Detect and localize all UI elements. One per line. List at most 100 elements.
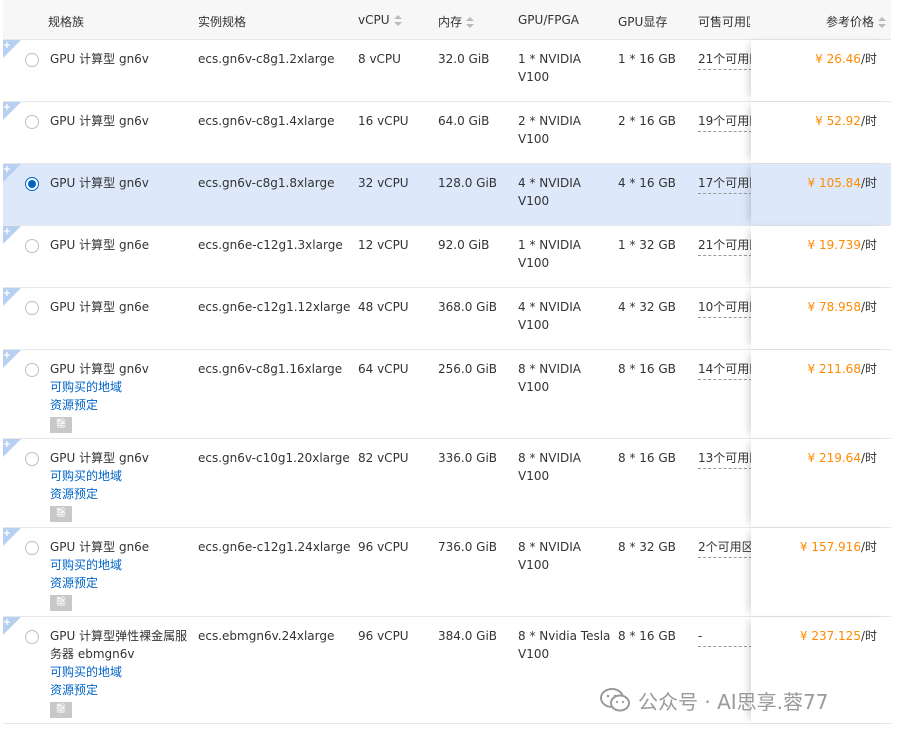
row-radio[interactable] [25,177,39,191]
header-gpu: GPU/FPGA [518,13,580,27]
resource-reservation-link[interactable]: 资源预定 [50,485,190,503]
vcpu-cell: 96 vCPU [358,629,409,643]
avail-zones-link[interactable]: 13个可用区 [698,449,752,469]
avail-cell[interactable]: 21个可用区 [698,236,752,261]
spec-cell: ecs.gn6v-c8g1.8xlarge [198,176,335,190]
avail-zones-link[interactable]: - [698,627,752,647]
expand-plus-icon[interactable] [3,226,21,244]
header-memory-label: 内存 [438,15,463,29]
avail-zones-link[interactable]: 19个可用区 [698,112,752,132]
price-column: ¥ 211.68/时 [751,350,891,438]
sort-icon[interactable] [393,15,402,26]
resource-reservation-link[interactable]: 资源预定 [50,396,190,414]
avail-cell[interactable]: 2个可用区 [698,538,752,563]
price-unit: /时 [860,238,877,252]
row-radio[interactable] [25,53,39,67]
expand-plus-icon[interactable] [3,528,21,546]
header-vcpu[interactable]: vCPU [358,13,402,27]
avail-cell[interactable]: 19个可用区 [698,112,752,137]
expand-plus-icon[interactable] [3,288,21,306]
price-amount: ¥ 26.46 [815,52,861,66]
row-radio[interactable] [25,452,39,466]
price-unit: /时 [860,362,877,376]
avail-cell[interactable]: 21个可用区 [698,50,752,75]
purchasable-regions-link[interactable]: 可购买的地域 [50,556,190,574]
row-radio[interactable] [25,541,39,555]
vcpu-cell: 96 vCPU [358,540,409,554]
family-name: GPU 计算型 gn6v [50,52,149,66]
row-radio[interactable] [25,363,39,377]
expand-plus-icon[interactable] [3,617,21,635]
family-cell: GPU 计算型 gn6v [50,112,190,130]
avail-zones-link[interactable]: 21个可用区 [698,236,752,256]
row-radio[interactable] [25,239,39,253]
expand-plus-icon[interactable] [3,350,21,368]
avail-cell[interactable]: 17个可用区 [698,174,752,199]
gpu-cell: 8 * NVIDIA V100 [518,362,581,394]
table-row[interactable]: GPU 计算型 gn6v ecs.gn6v-c8g1.2xlarge 8 vCP… [3,40,891,102]
memory-cell: 384.0 GiB [438,629,498,643]
avail-zones-link[interactable]: 10个可用区 [698,298,752,318]
spec-cell: ecs.gn6e-c12g1.3xlarge [198,238,343,252]
table-header: 规格族 实例规格 vCPU 内存 GPU/FPGA GPU显存 可售可用区 参考… [3,0,891,40]
gpu-cell: 8 * NVIDIA V100 [518,540,581,572]
family-cell: GPU 计算型 gn6v [50,50,190,68]
resource-reservation-link[interactable]: 资源预定 [50,681,190,699]
family-cell: GPU 计算型弹性裸金属服务器 ebmgn6v 可购买的地域 资源预定 罄 [50,627,190,718]
table-row[interactable]: GPU 计算型 gn6v ecs.gn6v-c8g1.8xlarge 32 vC… [3,164,891,226]
family-cell: GPU 计算型 gn6e 可购买的地域 资源预定 罄 [50,538,190,611]
table-row[interactable]: GPU 计算型 gn6e 可购买的地域 资源预定 罄 ecs.gn6e-c12g1… [3,528,891,617]
sort-icon[interactable] [466,17,475,28]
sold-out-badge: 罄 [50,417,72,433]
avail-cell[interactable]: 10个可用区 [698,298,752,323]
price-amount: ¥ 237.125 [799,629,861,643]
expand-plus-icon[interactable] [3,439,21,457]
sort-icon[interactable] [878,17,887,28]
table-row[interactable]: GPU 计算型 gn6v 可购买的地域 资源预定 罄 ecs.gn6v-c8g1.… [3,350,891,439]
row-radio[interactable] [25,301,39,315]
price-cell: ¥ 19.739/时 [808,236,877,254]
price-amount: ¥ 219.64 [807,451,861,465]
table-row[interactable]: GPU 计算型 gn6e ecs.gn6e-c12g1.3xlarge 12 v… [3,226,891,288]
avail-cell[interactable]: 14个可用区 [698,360,752,385]
header-memory[interactable]: 内存 [438,13,475,30]
header-spec: 实例规格 [198,15,247,29]
price-unit: /时 [860,114,877,128]
avail-zones-link[interactable]: 17个可用区 [698,174,752,194]
family-cell: GPU 计算型 gn6e [50,298,190,316]
avail-zones-link[interactable]: 21个可用区 [698,50,752,70]
family-cell: GPU 计算型 gn6v [50,174,190,192]
vcpu-cell: 48 vCPU [358,300,409,314]
price-column: ¥ 26.46/时 [751,40,891,101]
table-row[interactable]: GPU 计算型 gn6v ecs.gn6v-c8g1.4xlarge 16 vC… [3,102,891,164]
price-cell: ¥ 52.92/时 [815,112,877,130]
spec-cell: ecs.gn6v-c8g1.4xlarge [198,114,335,128]
row-radio[interactable] [25,630,39,644]
price-cell: ¥ 157.916/时 [800,538,877,556]
gpu-mem-cell: 8 * 16 GB [618,629,676,643]
avail-zones-link[interactable]: 14个可用区 [698,360,752,380]
family-cell: GPU 计算型 gn6v 可购买的地域 资源预定 罄 [50,360,190,433]
header-price[interactable]: 参考价格 [826,13,887,30]
family-name: GPU 计算型弹性裸金属服务器 ebmgn6v [50,629,188,661]
avail-zones-link[interactable]: 2个可用区 [698,538,752,558]
resource-reservation-link[interactable]: 资源预定 [50,574,190,592]
purchasable-regions-link[interactable]: 可购买的地域 [50,467,190,485]
table-row[interactable]: GPU 计算型 gn6v 可购买的地域 资源预定 罄 ecs.gn6v-c10g1… [3,439,891,528]
purchasable-regions-link[interactable]: 可购买的地域 [50,378,190,396]
avail-cell[interactable]: 13个可用区 [698,449,752,474]
purchasable-regions-link[interactable]: 可购买的地域 [50,663,190,681]
sold-out-badge: 罄 [50,595,72,611]
avail-cell[interactable]: - [698,627,752,652]
expand-plus-icon[interactable] [3,164,21,182]
price-column: ¥ 78.958/时 [751,288,891,349]
gpu-mem-cell: 4 * 16 GB [618,176,676,190]
wechat-icon [600,688,630,712]
expand-plus-icon[interactable] [3,102,21,120]
spec-cell: ecs.gn6e-c12g1.12xlarge [198,300,351,314]
table-row[interactable]: GPU 计算型 gn6e ecs.gn6e-c12g1.12xlarge 48 … [3,288,891,350]
memory-cell: 92.0 GiB [438,238,490,252]
expand-plus-icon[interactable] [3,40,21,58]
row-radio[interactable] [25,115,39,129]
memory-cell: 64.0 GiB [438,114,490,128]
